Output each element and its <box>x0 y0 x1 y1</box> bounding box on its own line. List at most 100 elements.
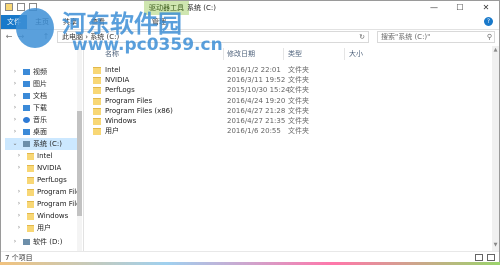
address-bar[interactable]: 此电脑 › 系统 (C:) ↻ <box>57 31 369 43</box>
nav-item-label: Windows <box>37 212 69 220</box>
file-name: Program Files <box>105 97 153 105</box>
tab-home[interactable]: 主页 <box>29 15 55 29</box>
file-date: 2016/1/6 20:55 <box>227 127 281 135</box>
file-type: 文件夹 <box>288 66 309 74</box>
nav-item-label: PerfLogs <box>37 176 67 184</box>
chevron-right-icon[interactable]: › <box>12 78 18 90</box>
nav-item-software-d[interactable]: › 软件 (D:) <box>1 236 77 248</box>
file-row[interactable]: Intel 2016/1/2 22:01 文件夹 <box>84 65 414 75</box>
scroll-down-icon[interactable]: ▼ <box>492 242 499 248</box>
title-bar: 驱动器工具 系统 (C:) — ☐ ✕ <box>1 1 499 15</box>
search-input[interactable]: 搜索"系统 (C:)" ⚲ <box>377 31 495 43</box>
nav-item-videos[interactable]: › 视频 <box>1 66 77 78</box>
file-type: 文件夹 <box>288 86 309 94</box>
nav-item-label: 系统 (C:) <box>33 140 62 148</box>
nav-item-program-files[interactable]: › Program Files <box>1 186 77 198</box>
column-header-date[interactable]: 修改日期 <box>227 48 284 60</box>
column-header-name[interactable]: 名称 <box>105 48 224 60</box>
properties-icon[interactable] <box>17 3 25 11</box>
file-row[interactable]: NVIDIA 2016/3/11 19:52 文件夹 <box>84 75 414 85</box>
tab-share[interactable]: 共享 <box>57 15 83 29</box>
file-date: 2016/1/2 22:01 <box>227 66 281 74</box>
content-scrollbar[interactable]: ▲ ▼ <box>492 46 499 251</box>
nav-scrollbar-thumb[interactable] <box>77 111 82 216</box>
tab-file[interactable]: 文件 <box>1 15 27 29</box>
details-view-icon[interactable] <box>475 254 483 261</box>
column-header-size[interactable]: 大小 <box>349 48 399 60</box>
chevron-right-icon[interactable]: › <box>16 162 22 174</box>
file-row[interactable]: PerfLogs 2015/10/30 15:24 文件夹 <box>84 85 414 95</box>
chevron-right-icon[interactable]: › <box>12 90 18 102</box>
search-icon[interactable]: ⚲ <box>487 32 492 43</box>
folder-icon <box>27 153 34 160</box>
nav-item-program-files-x86[interactable]: › Program Files <box>1 198 77 210</box>
navigation-pane: › 视频 › 图片 › 文档 › 下载 › 音乐 › 桌面 ⌄ 系统 (C:) … <box>1 46 84 251</box>
file-row[interactable]: Program Files (x86) 2016/4/27 21:28 文件夹 <box>84 106 414 116</box>
scroll-up-icon[interactable]: ▲ <box>492 47 499 53</box>
close-button[interactable]: ✕ <box>473 1 499 15</box>
nav-item-music[interactable]: › 音乐 <box>1 114 77 126</box>
back-button[interactable]: ← <box>4 31 14 43</box>
file-row[interactable]: Windows 2016/4/27 21:35 文件夹 <box>84 116 414 126</box>
file-type: 文件夹 <box>288 117 309 125</box>
quick-access-folder-icon[interactable] <box>5 3 13 11</box>
chevron-right-icon[interactable]: › <box>16 222 22 234</box>
nav-item-pictures[interactable]: › 图片 <box>1 78 77 90</box>
nav-item-system-c[interactable]: ⌄ 系统 (C:) <box>5 138 79 150</box>
large-icons-view-icon[interactable] <box>487 254 495 261</box>
nav-item-label: Program Files <box>37 200 77 208</box>
chevron-right-icon[interactable]: › <box>12 102 18 114</box>
tab-manage[interactable]: 管理 <box>146 15 172 29</box>
chevron-right-icon[interactable]: › <box>12 236 18 248</box>
file-name: 用户 <box>105 127 119 135</box>
nav-item-perflogs[interactable]: PerfLogs <box>1 174 77 186</box>
refresh-icon[interactable]: ↻ <box>359 32 365 43</box>
folder-icon <box>93 87 101 94</box>
nav-item-intel[interactable]: › Intel <box>1 150 77 162</box>
file-row[interactable]: Program Files 2016/4/24 19:20 文件夹 <box>84 96 414 106</box>
window-title: 系统 (C:) <box>187 4 216 12</box>
chevron-right-icon[interactable]: › <box>12 126 18 138</box>
drive-tools-context-tab[interactable]: 驱动器工具 <box>144 1 189 15</box>
nav-item-nvidia[interactable]: › NVIDIA <box>1 162 77 174</box>
folder-icon <box>93 67 101 74</box>
forward-button[interactable]: → <box>16 31 26 43</box>
maximize-button[interactable]: ☐ <box>447 1 473 15</box>
ribbon-tabs: 文件 主页 共享 查看 管理 ? <box>1 15 499 30</box>
up-button[interactable]: ↑ <box>41 31 51 43</box>
new-folder-icon[interactable] <box>29 3 37 11</box>
chevron-right-icon[interactable]: › <box>16 198 22 210</box>
folder-icon <box>27 225 34 232</box>
chevron-down-icon[interactable]: ⌄ <box>12 138 18 150</box>
chevron-right-icon[interactable]: › <box>12 114 18 126</box>
folder-icon <box>93 108 101 115</box>
nav-item-windows[interactable]: › Windows <box>1 210 77 222</box>
nav-item-label: 软件 (D:) <box>33 238 63 246</box>
tab-view[interactable]: 查看 <box>85 15 111 29</box>
nav-item-label: 桌面 <box>33 128 47 136</box>
file-row[interactable]: 用户 2016/1/6 20:55 文件夹 <box>84 126 414 136</box>
column-header-type[interactable]: 类型 <box>288 48 345 60</box>
file-type: 文件夹 <box>288 127 309 135</box>
chevron-right-icon[interactable]: › <box>16 150 22 162</box>
nav-item-downloads[interactable]: › 下载 <box>1 102 77 114</box>
video-icon <box>23 69 30 75</box>
help-icon[interactable]: ? <box>484 17 493 26</box>
chevron-right-icon[interactable]: › <box>16 186 22 198</box>
nav-item-label: Program Files <box>37 188 77 196</box>
chevron-right-icon[interactable]: › <box>16 210 22 222</box>
folder-icon <box>93 118 101 125</box>
music-icon <box>23 117 30 123</box>
folder-icon <box>27 177 34 184</box>
minimize-button[interactable]: — <box>421 1 447 15</box>
nav-item-label: 下载 <box>33 104 47 112</box>
nav-item-desktop[interactable]: › 桌面 <box>1 126 77 138</box>
address-path: 此电脑 › 系统 (C:) <box>62 33 120 41</box>
nav-item-users[interactable]: › 用户 <box>1 222 77 234</box>
chevron-right-icon[interactable]: › <box>12 66 18 78</box>
nav-item-documents[interactable]: › 文档 <box>1 90 77 102</box>
search-placeholder: 搜索"系统 (C:)" <box>381 33 431 41</box>
nav-scrollbar[interactable] <box>77 46 82 251</box>
file-type: 文件夹 <box>288 97 309 105</box>
folder-icon <box>27 189 34 196</box>
